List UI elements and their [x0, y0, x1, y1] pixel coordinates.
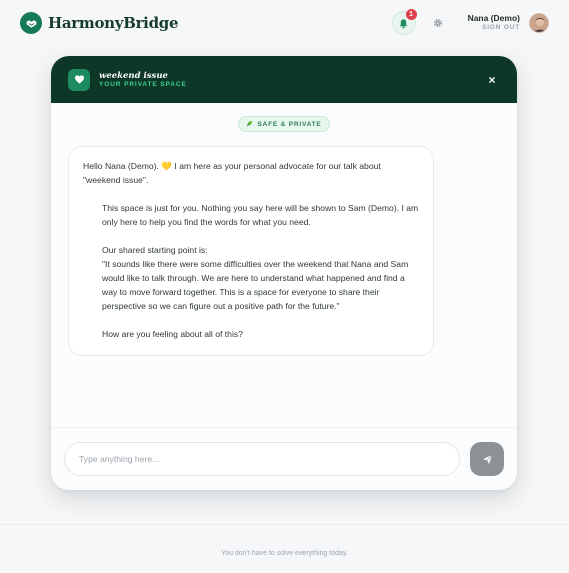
- settings-button[interactable]: [430, 15, 446, 31]
- top-bar: HarmonyBridge 1 Nana (Demo) SIGN OUT: [0, 0, 569, 46]
- session-title: weekend issue: [99, 70, 168, 81]
- modal-header: weekend issue YOUR PRIVATE SPACE ×: [51, 56, 517, 103]
- notification-badge: 1: [405, 9, 417, 20]
- bell-icon: [399, 18, 408, 28]
- brand-name[interactable]: HarmonyBridge: [48, 14, 179, 32]
- footer-divider: [0, 524, 569, 525]
- message-starting-point-label: Our shared starting point is:: [102, 245, 208, 255]
- gear-icon: [433, 18, 442, 28]
- header-text: weekend issue YOUR PRIVATE SPACE: [99, 71, 187, 89]
- greeting-text: Hello Nana (Demo).: [83, 161, 162, 171]
- yellow-heart-icon: 💛: [161, 161, 173, 171]
- user-menu: Nana (Demo) SIGN OUT: [467, 13, 520, 32]
- message-question: How are you feeling about all of this?: [102, 329, 243, 339]
- safe-private-label: SAFE & PRIVATE: [257, 120, 322, 128]
- avatar[interactable]: [529, 13, 549, 33]
- message-greeting: Hello Nana (Demo). 💛 I am here as your p…: [83, 159, 419, 187]
- message-starting-point-quote: "It sounds like there were some difficul…: [102, 259, 409, 311]
- message-input[interactable]: [64, 442, 460, 476]
- handshake-icon[interactable]: [20, 12, 42, 34]
- top-right-controls: 1 Nana (Demo) SIGN OUT: [391, 9, 549, 35]
- advocate-chat-modal: weekend issue YOUR PRIVATE SPACE × SAFE …: [51, 56, 517, 490]
- session-subtitle: YOUR PRIVATE SPACE: [99, 80, 187, 88]
- heart-icon: [68, 68, 90, 91]
- user-name: Nana (Demo): [467, 13, 520, 24]
- advocate-message: Hello Nana (Demo). 💛 I am here as your p…: [68, 146, 434, 356]
- close-icon[interactable]: ×: [484, 72, 500, 88]
- sign-out-link[interactable]: SIGN OUT: [468, 24, 520, 31]
- leaf-icon: [246, 120, 253, 129]
- send-icon: [482, 454, 492, 464]
- notifications-button[interactable]: 1: [391, 9, 417, 35]
- footer-message: You don't have to solve everything today…: [221, 550, 348, 557]
- message-composer: [51, 427, 517, 490]
- chat-thread[interactable]: SAFE & PRIVATE Hello Nana (Demo). 💛 I am…: [51, 103, 517, 427]
- safe-private-badge: SAFE & PRIVATE: [238, 116, 330, 132]
- send-button[interactable]: [470, 442, 504, 476]
- message-privacy-paragraph: This space is just for you. Nothing you …: [102, 203, 419, 227]
